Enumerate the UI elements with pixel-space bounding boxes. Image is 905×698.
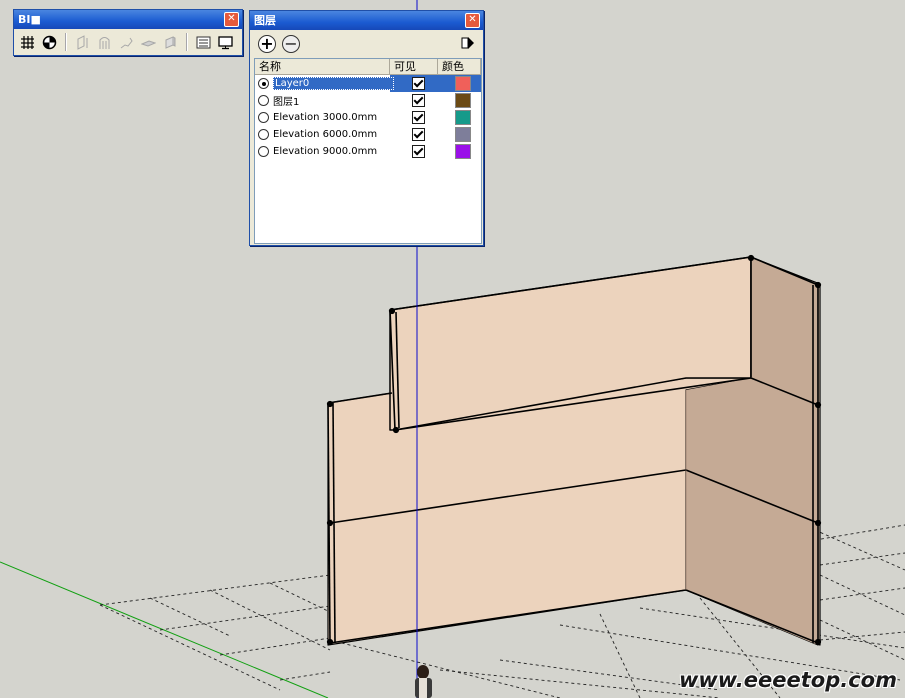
layer-row[interactable]: Elevation 9000.0mm [255,143,481,160]
green-axis [0,561,329,698]
layer-row[interactable]: Elevation 3000.0mm [255,109,481,126]
layer-color-swatch[interactable] [455,127,471,142]
layer-row[interactable]: 图层1 [255,92,481,109]
column-header-visible[interactable]: 可见 [390,59,438,74]
layer-name[interactable]: Layer0 [273,77,394,90]
layer-color-swatch[interactable] [455,93,471,108]
layers-panel-close-button[interactable]: ✕ [465,13,480,28]
bim-toolbar-close-button[interactable]: ✕ [224,12,239,27]
toolbar-separator [65,33,67,51]
layer-visible-checkbox[interactable] [412,111,425,124]
layer-color-swatch[interactable] [455,76,471,91]
active-layer-radio[interactable] [258,146,269,157]
layer-color-swatch[interactable] [455,110,471,125]
stair-icon[interactable] [117,33,136,52]
column-header-name[interactable]: 名称 [255,59,390,74]
active-layer-radio[interactable] [258,112,269,123]
bim-toolbar-titlebar[interactable]: BI■ ✕ [14,10,242,29]
section-icon[interactable] [40,33,59,52]
layers-table-header: 名称 可见 颜色 [255,59,481,75]
active-layer-radio[interactable] [258,129,269,140]
column-header-color[interactable]: 颜色 [438,59,481,74]
layer-visible-checkbox[interactable] [412,145,425,158]
layers-panel[interactable]: 图层 ✕ + − 名称 可见 颜色 Layer0 图层1 Elevation 3… [249,10,484,246]
layers-table: 名称 可见 颜色 Layer0 图层1 Elevation 3000.0mm E… [254,58,482,244]
arch-icon[interactable] [95,33,114,52]
layer-color-swatch[interactable] [455,144,471,159]
active-layer-radio[interactable] [258,95,269,106]
layer-visible-checkbox[interactable] [412,94,425,107]
bim-toolbar[interactable]: BI■ ✕ [13,9,243,56]
add-layer-button[interactable]: + [258,35,276,53]
delete-layer-button[interactable]: − [282,35,300,53]
layer-row[interactable]: Layer0 [255,75,481,92]
list-icon[interactable] [194,33,213,52]
scale-figure[interactable] [415,665,432,698]
layer-visible-checkbox[interactable] [412,77,425,90]
active-layer-radio[interactable] [258,78,269,89]
layer-name[interactable]: Elevation 9000.0mm [273,146,394,157]
watermark-text: www.eeeetop.com [678,668,897,692]
details-arrow-icon[interactable] [461,35,475,51]
column-icon[interactable] [73,33,92,52]
monitor-icon[interactable] [216,33,235,52]
layers-panel-titlebar[interactable]: 图层 ✕ [250,11,483,30]
layers-toolbar: + − [250,30,483,56]
grid-icon[interactable] [18,33,37,52]
bim-toolbar-title: BI■ [18,13,41,26]
layers-panel-title: 图层 [254,14,276,27]
toolbar-separator [186,33,188,51]
layer-row[interactable]: Elevation 6000.0mm [255,126,481,143]
layer-name[interactable]: 图层1 [273,93,394,108]
wall-icon[interactable] [161,33,180,52]
slab-icon[interactable] [139,33,158,52]
wall-model[interactable] [326,254,822,646]
layer-name[interactable]: Elevation 3000.0mm [273,112,394,123]
layer-visible-checkbox[interactable] [412,128,425,141]
layer-name[interactable]: Elevation 6000.0mm [273,129,394,140]
